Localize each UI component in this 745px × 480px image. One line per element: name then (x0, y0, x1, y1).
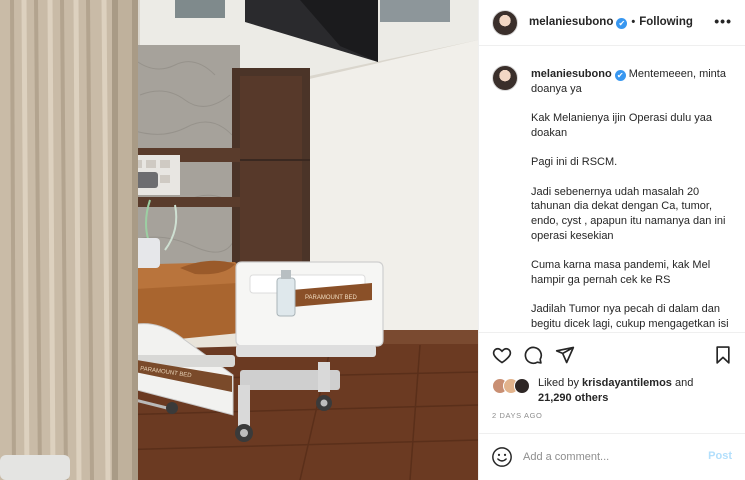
post-timestamp[interactable]: 2 DAYS AGO (492, 411, 542, 420)
liker-avatar (514, 378, 530, 394)
sanitizer-bottle (276, 277, 296, 317)
caption-paragraph: Kak Melanienya ijin Operasi dulu yaa doa… (531, 112, 712, 139)
caption-area: melaniesubono ✔ Mentemeeen, minta doanya … (479, 47, 745, 331)
verified-badge-icon: ✔ (616, 18, 628, 29)
post-header: melaniesubono ✔ • Following ••• (479, 0, 745, 46)
comment-bar: Post (479, 433, 745, 480)
header-separator: • (631, 16, 636, 28)
hospital-room-image: PARAMOUNT BED PARAMOUNT BED (0, 0, 478, 480)
liker-avatars[interactable] (492, 378, 534, 394)
likes-row: Liked by krisdayantilemos and 21,290 oth… (492, 376, 742, 408)
comment-input[interactable] (523, 447, 698, 467)
caption-username[interactable]: melaniesubono (531, 68, 612, 80)
bookmark-icon[interactable] (713, 345, 733, 365)
comment-icon[interactable] (523, 345, 543, 365)
caption-verified-icon: ✔ (614, 70, 626, 81)
caption-paragraph: Pagi ini di RSCM. (531, 156, 618, 169)
more-options-icon[interactable]: ••• (714, 14, 732, 28)
emoji-icon[interactable] (491, 446, 513, 468)
following-button[interactable]: Following (639, 16, 693, 28)
likes-count[interactable]: 21,290 others (538, 392, 608, 404)
heart-icon[interactable] (492, 345, 512, 365)
post-side-panel: melaniesubono ✔ • Following ••• melaniesubo… (478, 0, 745, 480)
author-username[interactable]: melaniesubono (529, 16, 613, 28)
author-avatar[interactable] (492, 9, 518, 36)
likes-summary: Liked by krisdayantilemos and 21,290 oth… (538, 377, 694, 404)
share-icon[interactable] (555, 345, 575, 365)
caption-paragraph: Jadilah Tumor nya pecah di dalam dan beg… (531, 303, 729, 330)
post-comment-button[interactable]: Post (708, 450, 732, 462)
caption-paragraph: Jadi sebenernya udah masalah 20 tahunan … (531, 185, 726, 242)
liker-username[interactable]: krisdayantilemos (582, 377, 672, 389)
post-photo[interactable]: PARAMOUNT BED PARAMOUNT BED (0, 0, 478, 480)
action-bar (479, 332, 745, 372)
caption-text: melaniesubono ✔ Mentemeeen, minta doanya … (531, 67, 736, 331)
caption-paragraph: Cuma karna masa pandemi, kak Mel hampir … (531, 259, 711, 286)
caption-avatar[interactable] (492, 65, 518, 91)
footboard-brand: PARAMOUNT BED (305, 295, 357, 301)
